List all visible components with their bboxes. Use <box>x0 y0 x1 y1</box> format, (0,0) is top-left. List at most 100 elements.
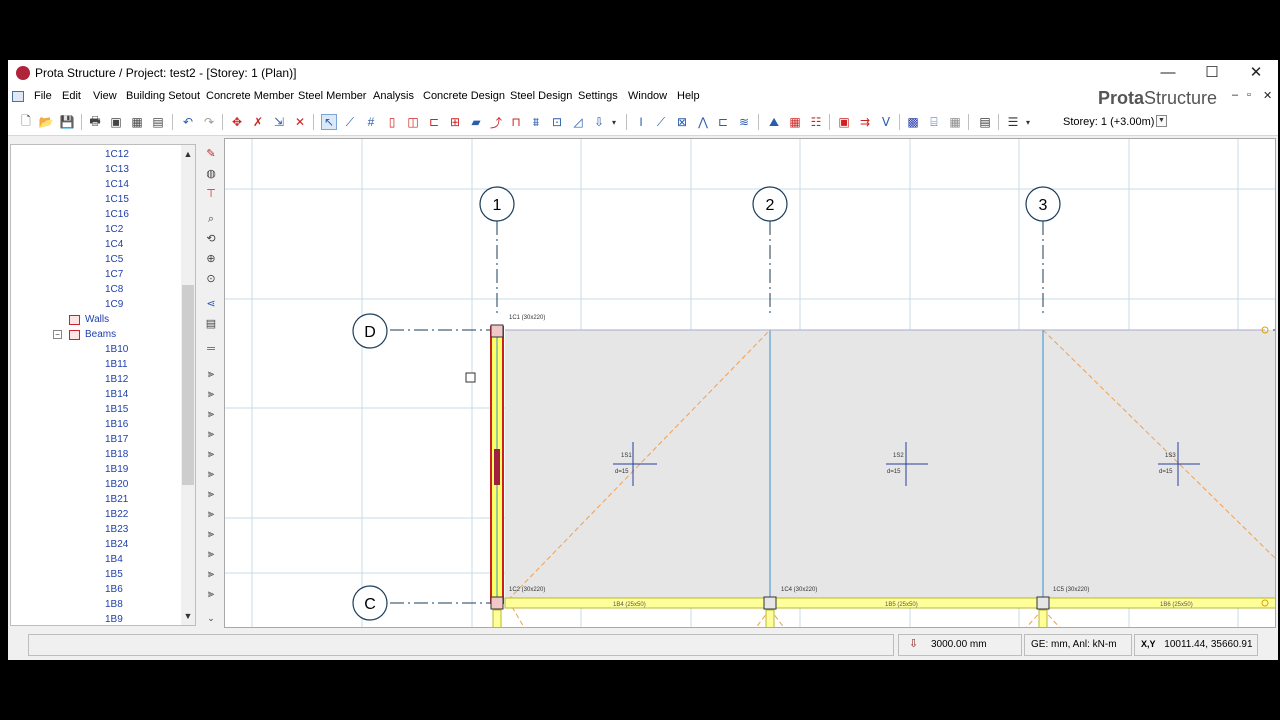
design-icon[interactable]: ▣ <box>836 114 852 130</box>
axis-bubble-d[interactable]: D <box>352 313 388 349</box>
tree-item-beam[interactable]: 1B18 <box>105 449 128 460</box>
tree-item-column[interactable]: 1C13 <box>105 164 129 175</box>
tree-item-column[interactable]: 1C16 <box>105 209 129 220</box>
raft-icon[interactable]: ⩩ <box>528 114 544 130</box>
minimize-button[interactable]: — <box>1146 60 1190 86</box>
delete-selection-icon[interactable]: ✗ <box>250 114 266 130</box>
zoom-window-icon[interactable]: ⌕ <box>203 211 219 227</box>
menu-help[interactable]: Help <box>677 90 700 102</box>
menu-settings[interactable]: Settings <box>578 90 618 102</box>
tree-item-beam[interactable]: 1B10 <box>105 344 128 355</box>
document-icon[interactable] <box>12 91 24 102</box>
line-icon[interactable]: ⟋ <box>342 114 358 130</box>
menu-steel-member[interactable]: Steel Member <box>298 90 366 102</box>
tree-item-column[interactable]: 1C14 <box>105 179 129 190</box>
reinforcement-icon[interactable]: Ⅴ <box>878 114 894 130</box>
footing-icon[interactable]: ⊓ <box>508 114 524 130</box>
close-button[interactable]: ✕ <box>1234 60 1278 86</box>
column-c2[interactable] <box>490 596 504 610</box>
tree-item-beam[interactable]: 1B22 <box>105 509 128 520</box>
undo-icon[interactable]: ↶ <box>180 114 196 130</box>
selection-handle[interactable] <box>465 372 476 383</box>
analysis-model-icon[interactable]: ⛰ <box>766 114 782 130</box>
tree-item-beam[interactable]: 1B5 <box>105 569 123 580</box>
wall-icon[interactable]: ◫ <box>405 114 421 130</box>
stair-icon[interactable]: ⤴ <box>488 114 504 130</box>
load-icon[interactable]: ⇩ <box>591 114 607 130</box>
tool-4-icon[interactable]: ⫸ <box>203 426 219 442</box>
purlin-icon[interactable]: ⊏ <box>715 114 731 130</box>
open-folder-icon[interactable]: 📂 <box>38 114 54 130</box>
tool-3-icon[interactable]: ⫸ <box>203 406 219 422</box>
tool-5-icon[interactable]: ⫸ <box>203 446 219 462</box>
beam-icon[interactable]: ⊏ <box>426 114 442 130</box>
menu-steel-design[interactable]: Steel Design <box>510 90 572 102</box>
tree-item-beam[interactable]: 1B15 <box>105 404 128 415</box>
3d-view-icon[interactable]: ⌸ <box>926 114 942 130</box>
detailing-icon[interactable]: ⇉ <box>857 114 873 130</box>
mdi-restore-button[interactable]: ▫ <box>1247 89 1251 101</box>
tree-item-column[interactable]: 1C9 <box>105 299 123 310</box>
vtoolbar-more-icon[interactable]: ⌄ <box>203 610 219 626</box>
scroll-down-icon[interactable]: ▼ <box>181 609 195 623</box>
tree-item-beam[interactable]: 1B23 <box>105 524 128 535</box>
globe-icon[interactable]: ◍ <box>203 166 219 182</box>
menu-concrete-member[interactable]: Concrete Member <box>206 90 294 102</box>
menu-building-setout[interactable]: Building Setout <box>126 90 200 102</box>
tree-item-beam[interactable]: 1B16 <box>105 419 128 430</box>
tree-item-column[interactable]: 1C12 <box>105 149 129 160</box>
column-c1[interactable] <box>490 324 504 338</box>
tree-item-walls[interactable]: Walls <box>85 314 109 325</box>
select-filter-icon[interactable]: ⇲ <box>271 114 287 130</box>
section-icon[interactable]: ═ <box>203 341 219 357</box>
tool-2-icon[interactable]: ⫸ <box>203 386 219 402</box>
move-icon[interactable]: ✥ <box>229 114 245 130</box>
scroll-thumb[interactable] <box>182 285 194 485</box>
tool-12-icon[interactable]: ⫸ <box>203 586 219 602</box>
frame-analysis-icon[interactable]: ▦ <box>787 114 803 130</box>
tool-10-icon[interactable]: ⫸ <box>203 546 219 562</box>
redo-icon[interactable]: ↷ <box>201 114 217 130</box>
tree-item-column[interactable]: 1C4 <box>105 239 123 250</box>
zoom-extents-icon[interactable]: ⊙ <box>203 271 219 287</box>
zoom-in-icon[interactable]: ⊕ <box>203 251 219 267</box>
axis-bubble-2[interactable]: 2 <box>752 186 788 222</box>
tree-item-beam[interactable]: 1B12 <box>105 374 128 385</box>
column-c5[interactable] <box>1036 596 1050 610</box>
deck-icon[interactable]: ≋ <box>736 114 752 130</box>
axis-grid-icon[interactable]: # <box>363 114 379 130</box>
storey-list-dropdown-icon[interactable]: ▾ <box>1020 114 1036 130</box>
tool-1-icon[interactable]: ⫸ <box>203 366 219 382</box>
plan-canvas[interactable]: 1 2 3 D C 1C1 (30x220) 1C2 (30x220) 1C4 … <box>224 138 1276 628</box>
axis-bubble-1[interactable]: 1 <box>479 186 515 222</box>
steel-beam-icon[interactable]: ⟋ <box>653 114 669 130</box>
load-dropdown-icon[interactable]: ▾ <box>606 114 622 130</box>
table-icon[interactable]: ▦ <box>129 114 145 130</box>
ribbed-slab-icon[interactable]: ▰ <box>468 114 484 130</box>
tree-item-beam[interactable]: 1B20 <box>105 479 128 490</box>
column-icon[interactable]: ▯ <box>384 114 400 130</box>
tree-item-beam[interactable]: 1B21 <box>105 494 128 505</box>
zoom-previous-icon[interactable]: ⟲ <box>203 231 219 247</box>
storey-list-icon[interactable]: ☰ <box>1005 114 1021 130</box>
report-icon[interactable]: ▤ <box>977 114 993 130</box>
clipboard-icon[interactable]: ▤ <box>150 114 166 130</box>
tree-item-column[interactable]: 1C8 <box>105 284 123 295</box>
tree-item-column[interactable]: 1C7 <box>105 269 123 280</box>
brace-icon[interactable]: ⊠ <box>674 114 690 130</box>
pan-icon[interactable]: ⋖ <box>203 296 219 312</box>
scroll-up-icon[interactable]: ▲ <box>181 147 195 161</box>
tool-11-icon[interactable]: ⫸ <box>203 566 219 582</box>
tool-8-icon[interactable]: ⫸ <box>203 506 219 522</box>
tree-item-beam[interactable]: 1B6 <box>105 584 123 595</box>
tree-item-beam[interactable]: 1B19 <box>105 464 128 475</box>
menu-file[interactable]: File <box>34 90 52 102</box>
tree-item-column[interactable]: 1C15 <box>105 194 129 205</box>
tree-item-column[interactable]: 1C2 <box>105 224 123 235</box>
tree-item-beam[interactable]: 1B24 <box>105 539 128 550</box>
menu-window[interactable]: Window <box>628 90 667 102</box>
ramp-icon[interactable]: ◿ <box>570 114 586 130</box>
tree-item-beam[interactable]: 1B8 <box>105 599 123 610</box>
axis-bubble-3[interactable]: 3 <box>1025 186 1061 222</box>
layers-icon[interactable]: ▤ <box>203 316 219 332</box>
